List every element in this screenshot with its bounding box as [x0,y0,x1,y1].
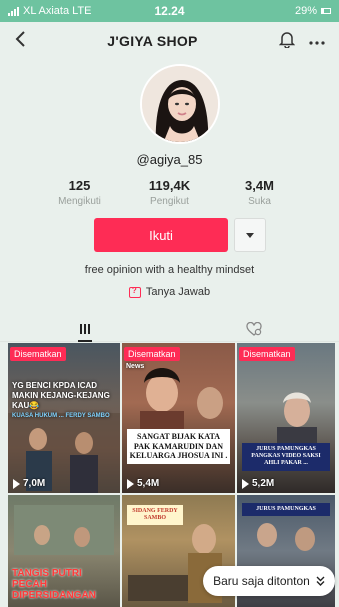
video-thumbnail[interactable]: Disematkan News SANGAT BIJAK KATA PAK KA… [122,343,235,493]
suggested-accounts-dropdown[interactable] [234,218,266,252]
play-icon [242,478,249,489]
carrier-info: XL Axiata LTE [8,5,118,17]
video-caption: News [126,363,145,370]
view-count-value: 5,4M [137,478,160,489]
play-icon [127,478,134,489]
video-caption-box: SANGAT BIJAK KATA PAK KAMARUDIN DAN KELU… [127,429,230,464]
video-caption-box: JURUS PAMUNGKAS PANGKAS VIDEO SAKSI AHLI… [242,443,330,471]
tab-videos[interactable] [0,316,170,342]
carrier-label: XL Axiata LTE [23,5,92,17]
question-chat-icon [128,286,141,298]
video-caption: YG BENCI KPDA ICAD MAKIN KEJANG-KEJANG K… [12,381,110,410]
tab-liked[interactable] [170,316,339,341]
stat-following-value: 125 [68,178,91,193]
qa-link[interactable]: Tanya Jawab [0,286,339,298]
caret-down-icon [246,232,254,238]
status-bar: XL Axiata LTE 12.24 29% [0,0,339,22]
liked-hidden-icon [246,321,262,336]
back-button[interactable] [14,28,40,54]
avatar[interactable] [140,64,220,144]
recently-watched-label: Baru saja ditonton [213,574,310,588]
notification-bell-button[interactable] [278,30,296,53]
pinned-badge: Disematkan [124,347,180,361]
stat-following-label: Mengikuti [58,196,101,207]
bio-text: free opinion with a healthy mindset [84,264,255,276]
stat-followers-label: Pengikut [150,196,189,207]
clock: 12.24 [154,4,185,18]
battery-icon [321,8,331,14]
video-caption-box: SIDANG FERDY SAMBO [127,505,183,526]
video-subcaption: KUASA HUKUM ... FERDY SAMBO [12,413,110,419]
signal-icon [8,6,19,16]
chevron-left-icon [15,31,25,47]
follow-button[interactable]: Ikuti [94,218,228,252]
recently-watched-button[interactable]: Baru saja ditonton [203,566,335,596]
battery-percent: 29% [294,5,317,17]
video-caption-box: JURUS PAMUNGKAS [242,503,330,517]
stat-following[interactable]: 125 Mengikuti [48,178,112,207]
stat-followers[interactable]: 119,4K Pengikut [138,178,202,207]
username: @agiya_85 [136,152,203,167]
avatar-image [142,66,218,142]
video-thumbnail[interactable]: Disematkan JURUS PAMUNGKAS PANGKAS VIDEO… [237,343,335,493]
video-thumbnail[interactable]: Disematkan YG BENCI KPDA ICAD MAKIN KEJA… [8,343,120,493]
pinned-badge: Disematkan [239,347,295,361]
bell-icon [278,31,296,49]
page-title: J'GIYA SHOP [107,33,198,49]
battery-info: 29% [221,5,331,17]
profile-stats: 125 Mengikuti 119,4K Pengikut 3,4M Suka [0,178,339,207]
grid-icon [79,323,90,334]
view-count: 5,4M [127,478,159,489]
follow-row: Ikuti [94,218,266,252]
video-thumbnail[interactable]: TANGIS PUTRI PECAH DIPERSIDANGAN [8,495,120,607]
stat-likes[interactable]: 3,4M Suka [228,178,292,207]
view-count: 7,0M [13,478,45,489]
more-dots-icon [309,41,325,45]
stat-likes-label: Suka [248,196,271,207]
play-icon [13,478,20,489]
content-tabs [0,316,339,342]
stat-likes-value: 3,4M [245,178,274,193]
video-caption: TANGIS PUTRI PECAH DIPERSIDANGAN [12,568,96,601]
more-options-button[interactable] [309,32,325,50]
top-nav: J'GIYA SHOP [0,22,339,60]
view-count-value: 7,0M [23,478,46,489]
qa-label: Tanya Jawab [145,286,211,298]
double-chevron-down-icon [316,576,325,586]
view-count: 5,2M [242,478,274,489]
view-count-value: 5,2M [252,478,275,489]
pinned-badge: Disematkan [10,347,66,361]
stat-followers-value: 119,4K [148,178,191,193]
